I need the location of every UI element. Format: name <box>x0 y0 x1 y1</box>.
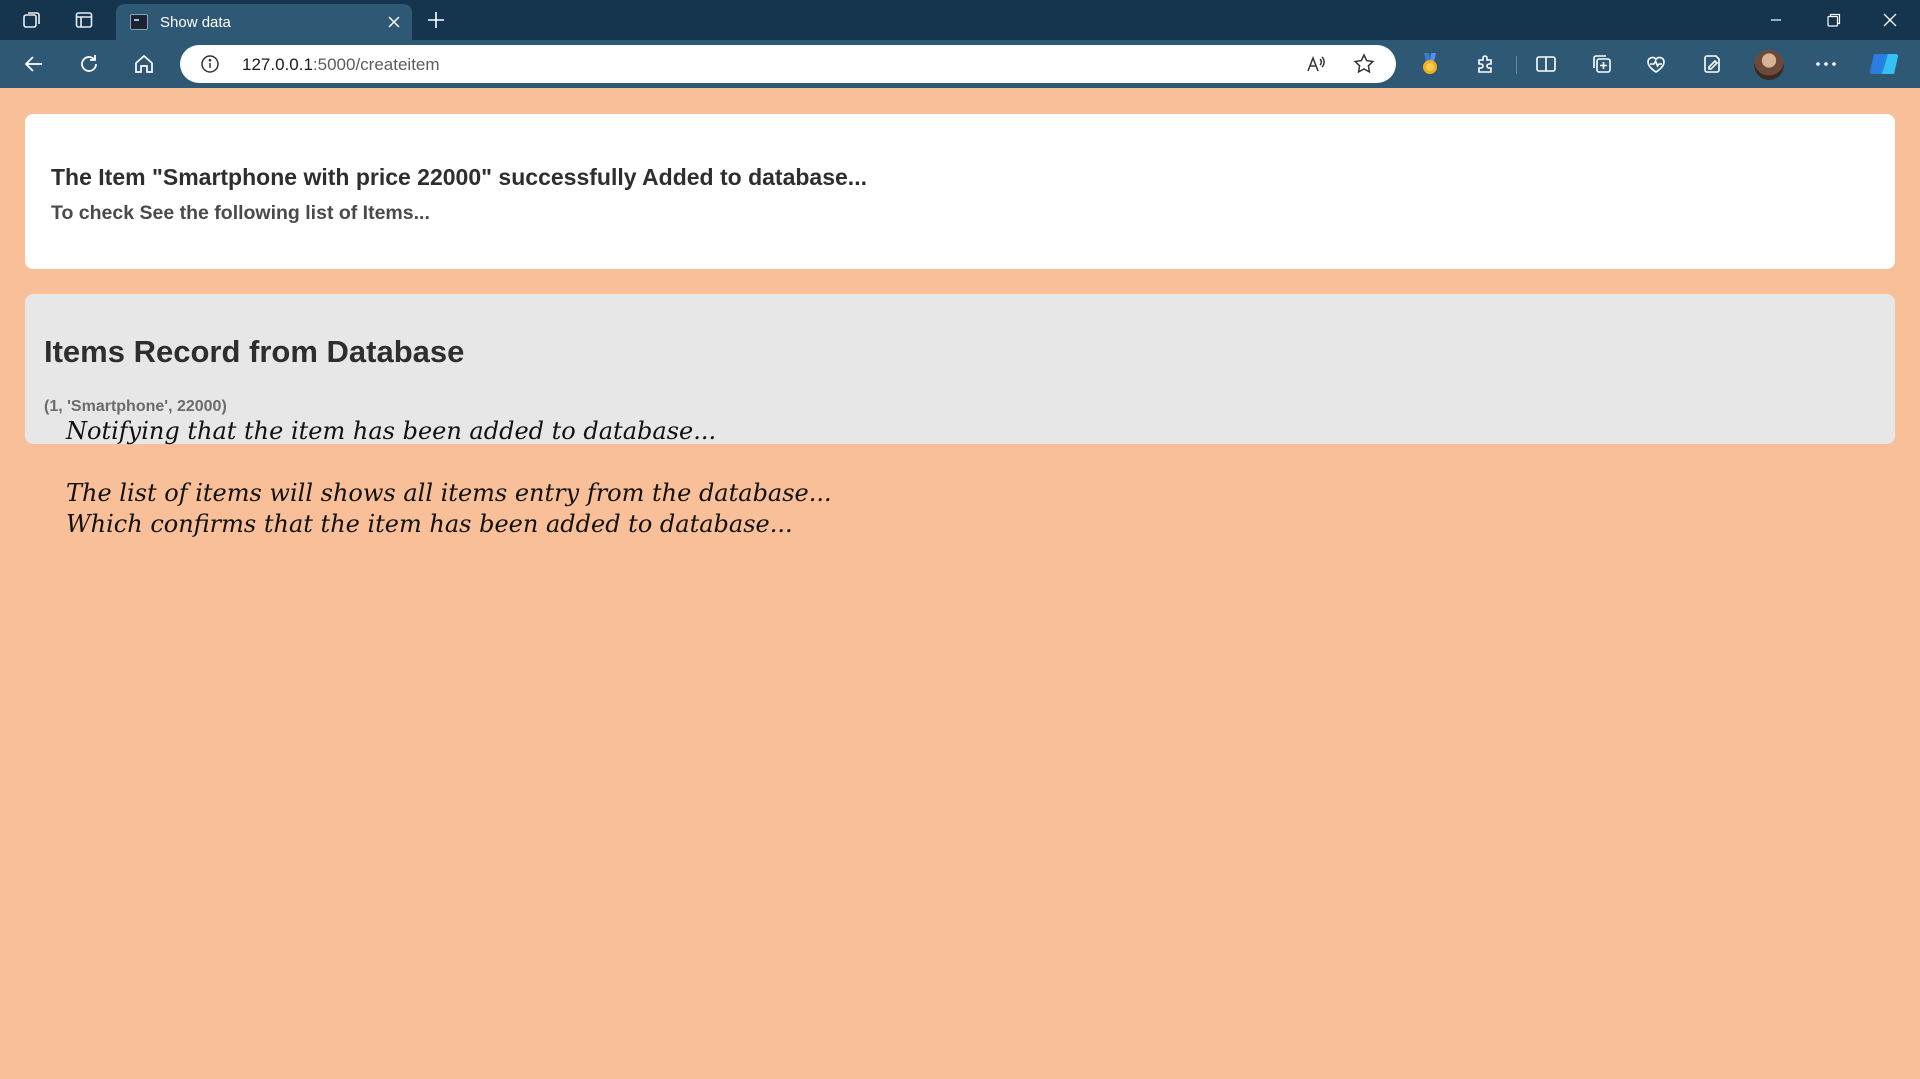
note-spacer <box>66 447 832 478</box>
toolbar-separator <box>1516 56 1517 74</box>
favorite-star-icon[interactable] <box>1352 52 1376 76</box>
copilot-icon[interactable] <box>1868 50 1900 78</box>
feedback-icon[interactable] <box>1698 50 1726 78</box>
terminal-icon <box>130 14 148 30</box>
note-line: The list of items will shows all items e… <box>66 479 832 507</box>
restore-icon[interactable] <box>1806 0 1862 40</box>
note-line: Notifying that the item has been added t… <box>66 417 717 445</box>
record-row: (1, 'Smartphone', 22000) <box>44 398 227 415</box>
back-arrow-icon[interactable] <box>20 50 48 78</box>
more-options-icon[interactable] <box>1812 50 1840 78</box>
collections-icon[interactable] <box>1588 50 1616 78</box>
close-icon[interactable] <box>384 12 404 32</box>
success-title: The Item "Smartphone with price 22000" s… <box>51 164 867 190</box>
read-aloud-icon[interactable] <box>1304 52 1328 76</box>
browser-essentials-icon[interactable] <box>1642 50 1670 78</box>
note-line: Which confirms that the item has been ad… <box>66 510 793 538</box>
success-subtitle: To check See the following list of Items… <box>51 202 430 224</box>
site-info-icon[interactable] <box>200 54 220 74</box>
browser-title-bar: Show data <box>0 0 1920 40</box>
url-text[interactable]: 127.0.0.1:5000/createitem <box>242 55 440 75</box>
success-message-card: The Item "Smartphone with price 22000" s… <box>25 114 1895 269</box>
extensions-puzzle-icon[interactable] <box>1472 50 1500 78</box>
rewards-medal-icon[interactable] <box>1416 50 1444 78</box>
tab-title: Show data <box>160 14 231 31</box>
minimize-icon[interactable] <box>1748 0 1804 40</box>
home-icon[interactable] <box>130 50 158 78</box>
refresh-icon[interactable] <box>75 50 103 78</box>
workspaces-icon[interactable] <box>20 8 44 32</box>
close-window-icon[interactable] <box>1862 0 1918 40</box>
split-screen-icon[interactable] <box>1532 50 1560 78</box>
tab-show-data[interactable]: Show data <box>116 4 412 40</box>
new-tab-icon[interactable] <box>424 8 448 32</box>
vertical-tabs-icon[interactable] <box>72 8 96 32</box>
browser-toolbar: 127.0.0.1:5000/createitem <box>0 40 1920 88</box>
profile-avatar[interactable] <box>1754 50 1784 80</box>
address-bar[interactable]: 127.0.0.1:5000/createitem <box>180 45 1396 83</box>
records-title: Items Record from Database <box>44 334 465 369</box>
notes-text: Notifying that the item has been added t… <box>66 416 832 540</box>
page-content: The Item "Smartphone with price 22000" s… <box>0 88 1920 1079</box>
